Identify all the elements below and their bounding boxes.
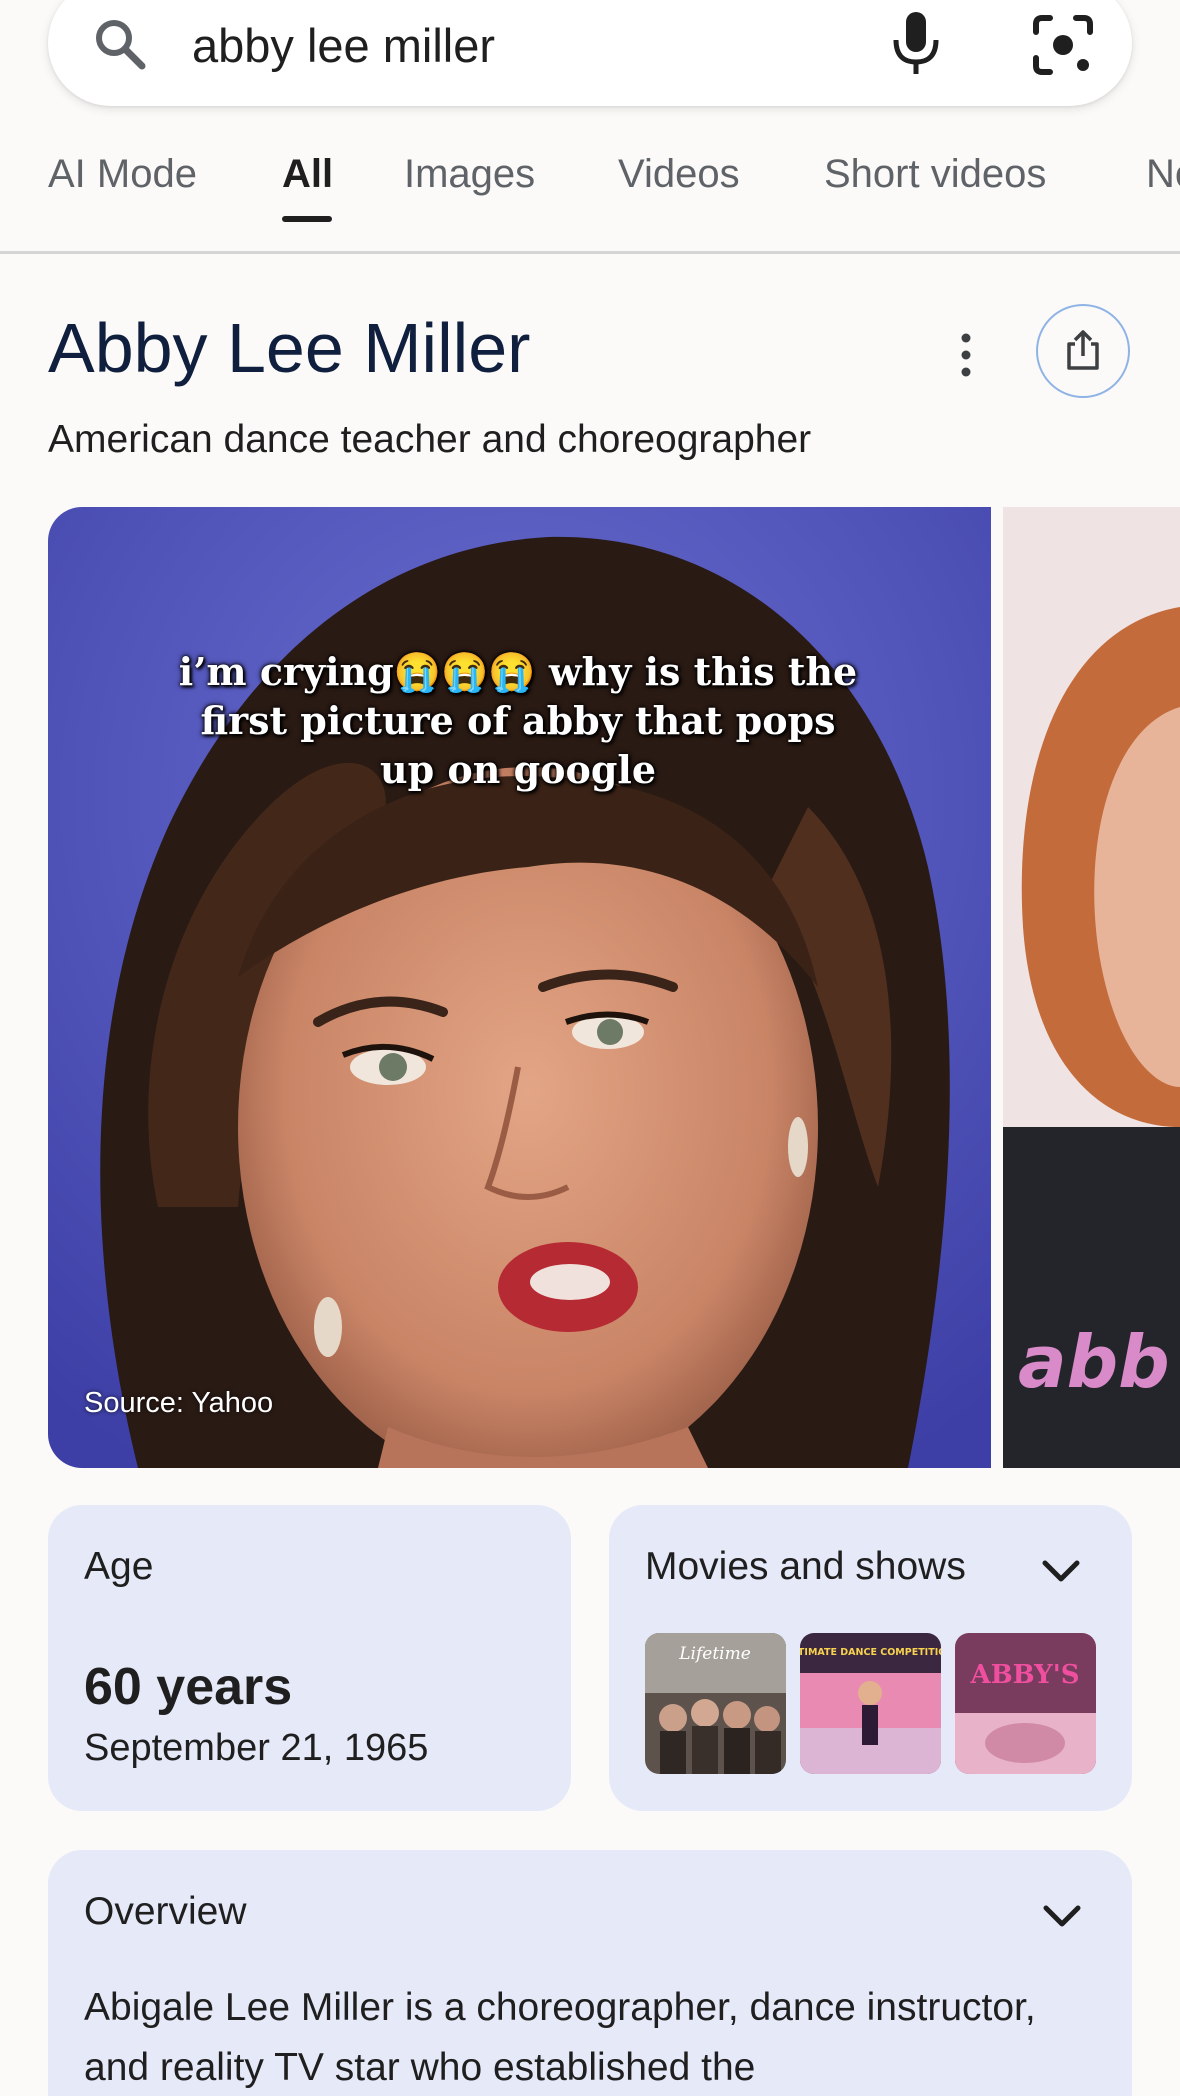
svg-text:abb: abb	[1018, 1320, 1170, 1404]
movies-and-shows-card[interactable]: Movies and shows Lifetime ULTIMA	[609, 1505, 1132, 1811]
entity-secondary-image[interactable]: abb	[1003, 507, 1180, 1468]
overview-text: Abigale Lee Miller is a choreographer, d…	[84, 1986, 1036, 2089]
thumb-text: ABBY'S	[970, 1660, 1080, 1690]
tab-short-videos[interactable]: Short videos	[824, 152, 1046, 197]
show-thumbnail[interactable]: ABBY'S	[955, 1633, 1096, 1774]
tab-news[interactable]: Ne	[1146, 152, 1180, 197]
lens-icon[interactable]	[1028, 10, 1098, 80]
age-label: Age	[84, 1545, 154, 1588]
mic-icon[interactable]	[886, 10, 946, 80]
movies-label: Movies and shows	[645, 1545, 966, 1588]
thumb-text: Lifetime	[678, 1644, 751, 1664]
show-thumbnail[interactable]: ULTIMATE DANCE COMPETITION	[800, 1633, 941, 1774]
overview-card[interactable]: Overview Abigale Lee Miller is a choreog…	[48, 1850, 1132, 2096]
share-icon	[1067, 330, 1099, 370]
more-options-icon[interactable]	[946, 330, 986, 380]
image-source: Source: Yahoo	[84, 1387, 274, 1419]
active-tab-indicator	[282, 216, 332, 222]
tab-videos[interactable]: Videos	[618, 152, 740, 197]
entity-title: Abby Lee Miller	[48, 309, 531, 387]
search-bar[interactable]: abby lee miller	[48, 0, 1132, 106]
chevron-down-icon[interactable]	[1039, 1557, 1083, 1587]
tab-ai-mode[interactable]: AI Mode	[48, 152, 197, 197]
entity-description: American dance teacher and choreographer	[48, 418, 812, 461]
search-icon[interactable]	[90, 14, 150, 74]
meme-caption: i’m crying😭😭😭 why is this the first pict…	[178, 649, 858, 792]
age-card[interactable]: Age 60 years September 21, 1965	[48, 1505, 571, 1811]
birth-date: September 21, 1965	[84, 1727, 429, 1769]
entity-main-image[interactable]: i’m crying😭😭😭 why is this the first pict…	[48, 507, 991, 1468]
secondary-photo: abb	[1003, 507, 1180, 1468]
overview-label: Overview	[84, 1890, 247, 1933]
chevron-down-icon[interactable]	[1040, 1902, 1084, 1932]
tabs-divider	[0, 251, 1180, 254]
search-input[interactable]: abby lee miller	[192, 18, 495, 73]
search-results-page: abby lee miller AI Mode All Images Video…	[0, 0, 1180, 2096]
tab-images[interactable]: Images	[404, 152, 535, 197]
age-value: 60 years	[84, 1658, 293, 1716]
thumb-text: ULTIMATE DANCE COMPETITION	[800, 1647, 941, 1658]
tab-all[interactable]: All	[282, 152, 333, 197]
search-tabs: AI Mode All Images Videos Short videos N…	[0, 140, 1180, 252]
show-thumbnail[interactable]: Lifetime	[645, 1633, 786, 1774]
share-button[interactable]	[1036, 304, 1130, 398]
